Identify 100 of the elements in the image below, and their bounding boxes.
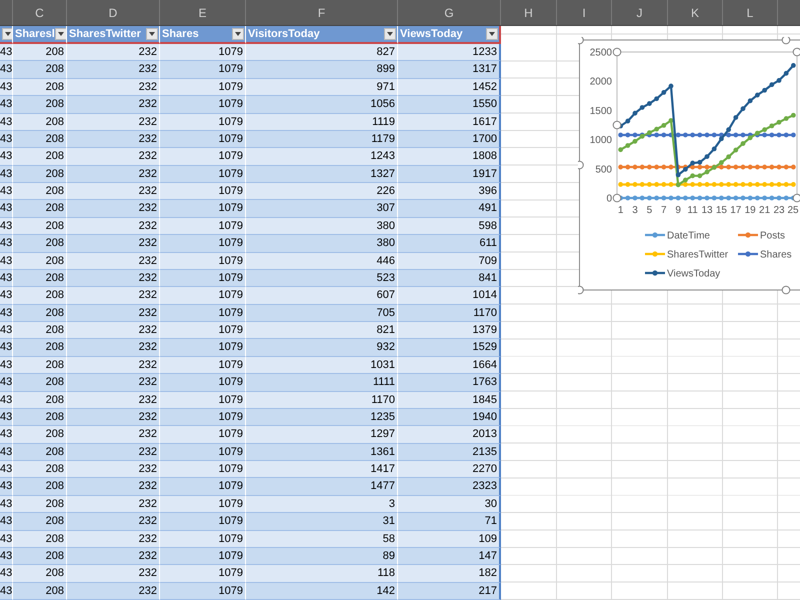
point [762, 182, 767, 187]
point [640, 196, 645, 200]
table-cell: 43 [0, 444, 13, 461]
column-header[interactable]: C [13, 0, 67, 25]
caret-icon [387, 32, 393, 36]
table-cell: 1079 [160, 356, 246, 374]
table-cell: 1079 [160, 374, 246, 392]
point [668, 182, 674, 187]
table-cell: 232 [67, 444, 160, 461]
table-cell: 232 [67, 130, 160, 148]
column-header[interactable]: J [612, 0, 668, 25]
header-label: SharesTwitter [69, 28, 141, 40]
table-cell: 232 [67, 565, 160, 583]
table-cell: 1664 [398, 356, 501, 374]
column-header[interactable]: L [723, 0, 778, 25]
table-cell: 380 [246, 235, 398, 252]
table-cell: 1327 [246, 166, 398, 183]
point [712, 132, 717, 138]
header-label: VisitorsToday [248, 28, 320, 40]
filter-dropdown-button[interactable] [232, 28, 244, 40]
point [632, 182, 638, 187]
column-header[interactable]: E [160, 0, 246, 25]
point [719, 164, 724, 170]
table-cell: 1079 [160, 44, 246, 62]
point [769, 132, 774, 138]
point [748, 182, 753, 187]
table-cell: 1119 [246, 114, 398, 131]
point [726, 154, 731, 160]
table-cell: 43 [0, 322, 13, 340]
table-cell: 1079 [160, 582, 246, 600]
table-cell: 43 [0, 252, 13, 270]
table-cell: 1079 [160, 408, 246, 426]
point [661, 182, 666, 187]
table-cell: 43 [0, 270, 13, 288]
column-header[interactable]: F [246, 0, 398, 25]
column-header[interactable]: I [557, 0, 612, 25]
table-cell: 43 [0, 478, 13, 496]
column-header[interactable]: K [668, 0, 723, 25]
table-cell: 1297 [246, 426, 398, 444]
axis-tick-label: 3 [632, 205, 638, 216]
table-cell: 43 [0, 374, 13, 392]
point [791, 63, 796, 68]
table-cell: 821 [246, 322, 398, 340]
table-cell: 232 [67, 148, 160, 166]
point [712, 146, 717, 152]
table-cell: 232 [67, 61, 160, 79]
column-header[interactable]: H [501, 0, 557, 25]
axis-tick-label: 9 [675, 205, 681, 216]
point [769, 164, 774, 170]
table-cell: 396 [398, 183, 501, 200]
table-cell: 182 [398, 565, 501, 583]
point [740, 164, 746, 170]
resize-handle [578, 160, 584, 170]
point [755, 182, 760, 187]
filter-dropdown-button[interactable] [384, 28, 396, 40]
table-cell: 43 [0, 426, 13, 444]
point [676, 196, 681, 200]
point [625, 143, 630, 148]
table-cell: 1079 [160, 322, 246, 340]
table-cell: 30 [398, 496, 501, 514]
table-cell: 1079 [160, 513, 246, 530]
table-cell: 598 [398, 218, 501, 236]
point [654, 126, 659, 132]
point [755, 92, 760, 98]
table-cell: 208 [13, 44, 67, 62]
table-cell: 208 [13, 96, 67, 114]
point [618, 164, 623, 170]
point [748, 135, 753, 140]
table-cell: 232 [67, 408, 160, 426]
point [726, 196, 731, 200]
point [740, 182, 746, 187]
column-header[interactable]: D [67, 0, 160, 25]
table-cell: 208 [13, 339, 67, 357]
point [740, 132, 746, 138]
point [654, 182, 659, 187]
table-cell: 932 [246, 339, 398, 357]
table-cell: 1079 [160, 96, 246, 114]
point [740, 106, 746, 112]
table-cell: 841 [398, 270, 501, 288]
table-cell: 71 [398, 513, 501, 530]
header-label: Sharesl [15, 28, 55, 40]
filter-dropdown-button[interactable] [54, 28, 66, 40]
axis-tick-label: 19 [744, 205, 756, 216]
resize-handle [612, 120, 622, 130]
table-cell: 1079 [160, 61, 246, 79]
point [704, 154, 710, 159]
point [726, 182, 731, 187]
table-cell: 43 [0, 235, 13, 252]
table-cell: 523 [246, 270, 398, 288]
filter-dropdown-button[interactable] [486, 28, 498, 40]
table-cell: 208 [13, 565, 67, 583]
point [719, 182, 724, 187]
table-cell: 43 [0, 496, 13, 514]
table-cell: 232 [67, 392, 160, 409]
table-cell: 43 [0, 183, 13, 200]
table-cell: 43 [0, 304, 13, 322]
point [769, 123, 774, 128]
filter-dropdown-button[interactable] [146, 28, 158, 40]
column-header[interactable]: G [398, 0, 501, 25]
filter-dropdown-button[interactable] [2, 28, 12, 40]
